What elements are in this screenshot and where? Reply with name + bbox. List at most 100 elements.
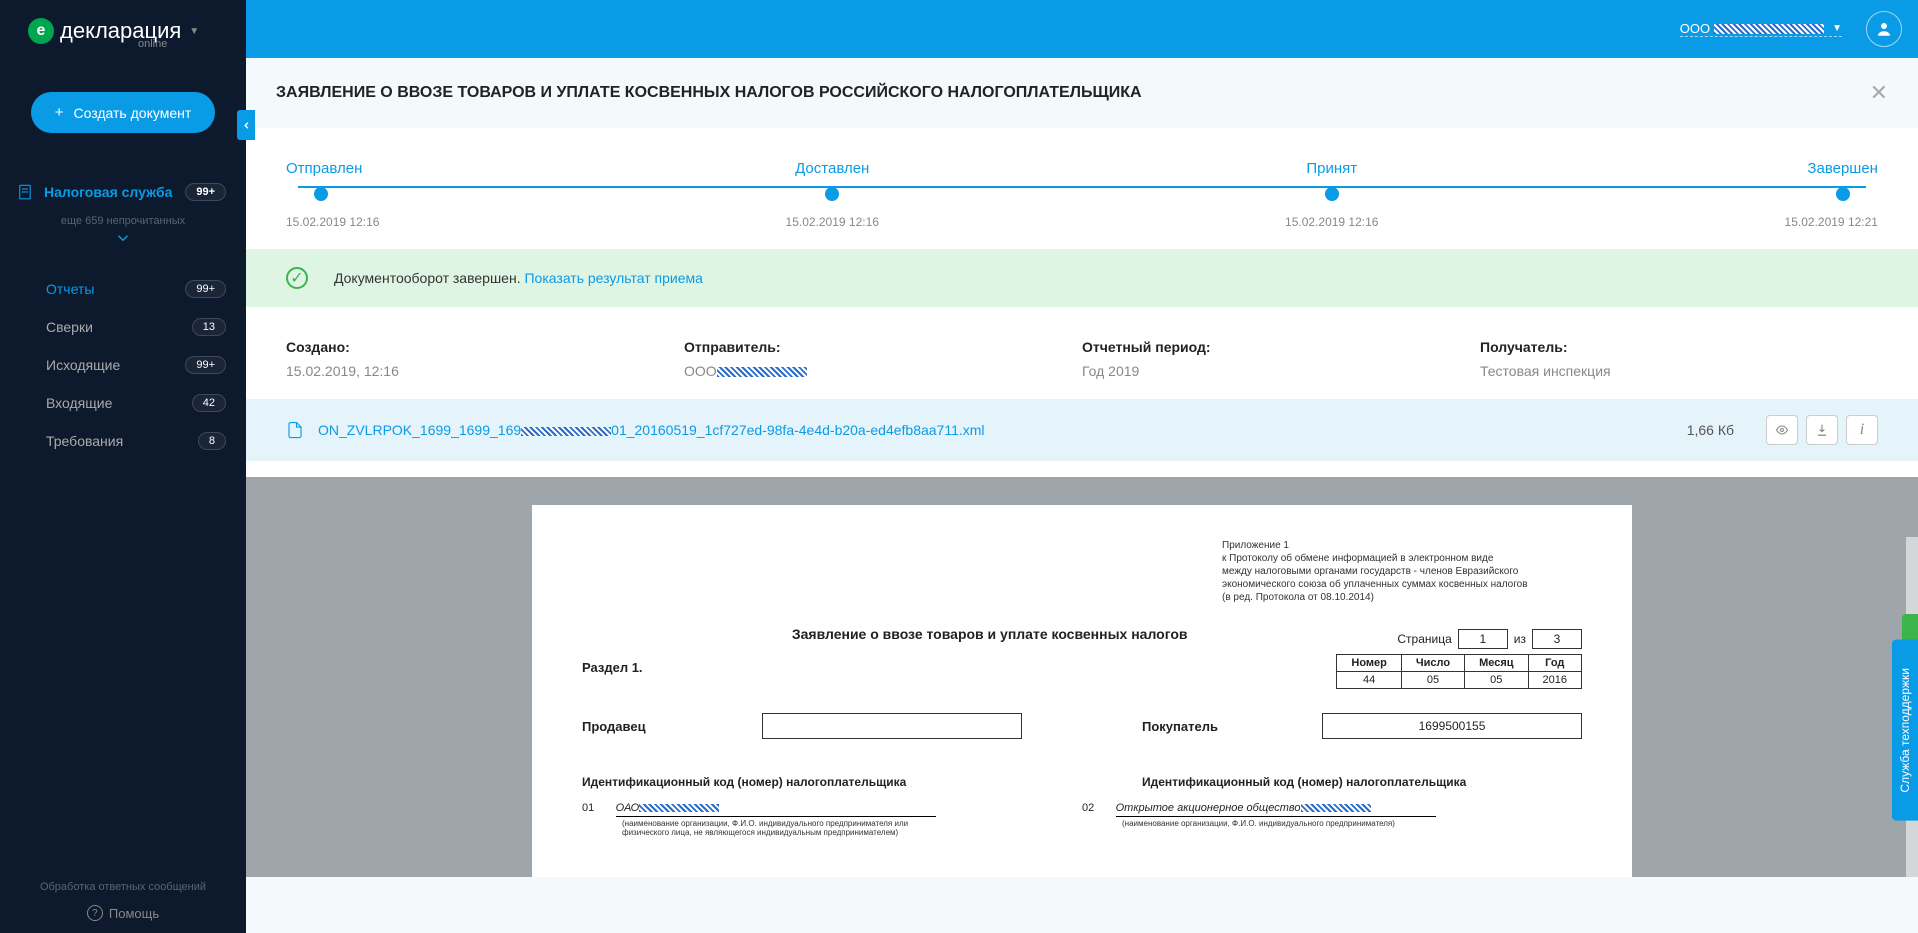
nav-outgoing-label: Исходящие — [46, 357, 120, 373]
chevron-down-icon: ▼ — [1832, 23, 1842, 34]
step-completed-label: Завершен — [1785, 160, 1878, 177]
row01-num: 01 — [582, 802, 612, 814]
row02-num: 02 — [1082, 802, 1112, 814]
th-month: Месяц — [1465, 655, 1528, 672]
question-icon: ? — [87, 905, 103, 921]
document-preview: Приложение 1 к Протоколу об обмене инфор… — [246, 477, 1918, 877]
seller-label: Продавец — [582, 719, 762, 734]
page-total: 3 — [1532, 629, 1582, 649]
nav-reports-label: Отчеты — [46, 281, 94, 297]
check-icon: ✓ — [286, 267, 308, 289]
plus-icon: + — [55, 104, 64, 121]
user-avatar[interactable] — [1866, 11, 1902, 47]
row02-text: Открытое акционерное общество — [1116, 802, 1436, 817]
close-button[interactable]: ✕ — [1870, 80, 1888, 106]
section-title: Раздел 1. — [582, 660, 643, 675]
created-label: Создано: — [286, 339, 684, 355]
step-delivered: Доставлен 15.02.2019 12:16 — [786, 160, 879, 229]
td-day: 05 — [1401, 672, 1464, 689]
brand-logo[interactable]: е декларация ▼ — [0, 0, 246, 62]
step-dot-icon — [314, 187, 328, 201]
row02-redacted — [1301, 804, 1371, 812]
support-tab[interactable]: Служба техподдержки — [1892, 640, 1918, 821]
create-document-button[interactable]: + Создать документ — [31, 92, 216, 133]
success-banner: ✓ Документооборот завершен. Показать рез… — [246, 249, 1918, 307]
doc-title: Заявление о ввозе товаров и уплате косве… — [582, 626, 1397, 642]
seller-box — [762, 713, 1022, 739]
recipient-value: Тестовая инспекция — [1480, 363, 1878, 379]
detail-period: Отчетный период: Год 2019 — [1082, 339, 1480, 379]
td-year: 2016 — [1528, 672, 1581, 689]
user-icon — [1875, 20, 1893, 38]
preview-file-button[interactable] — [1766, 415, 1798, 445]
page-header: ЗАЯВЛЕНИЕ О ВВОЗЕ ТОВАРОВ И УПЛАТЕ КОСВЕ… — [246, 58, 1918, 128]
doc-date-table: Номер Число Месяц Год 44 05 05 2016 — [1336, 654, 1582, 689]
expand-chevron-icon[interactable] — [0, 229, 246, 252]
step-delivered-label: Доставлен — [786, 160, 879, 177]
step-sent: Отправлен 15.02.2019 12:16 — [286, 160, 379, 229]
sidebar-footer: Обработка ответных сообщений ? Помощь — [0, 869, 246, 933]
detail-sender: Отправитель: ООО — [684, 339, 1082, 379]
th-day: Число — [1401, 655, 1464, 672]
page-counter: Страница 1 из 3 — [1397, 629, 1582, 649]
unread-count: еще 659 непрочитанных — [0, 211, 246, 229]
step-accepted: Принят 15.02.2019 12:16 — [1285, 160, 1378, 229]
td-month: 05 — [1465, 672, 1528, 689]
banner-message: Документооборот завершен. — [334, 270, 521, 286]
nav-reports[interactable]: Отчеты 99+ — [30, 270, 246, 308]
brand-badge: е — [28, 18, 54, 44]
step-dot-icon — [825, 187, 839, 201]
nav-incoming-label: Входящие — [46, 395, 112, 411]
row01-text: ОАО — [616, 802, 936, 817]
page-title: ЗАЯВЛЕНИЕ О ВВОЗЕ ТОВАРОВ И УПЛАТЕ КОСВЕ… — [276, 84, 1142, 102]
doc-row-02: 02 Открытое акционерное общество (наимен… — [1082, 799, 1582, 837]
step-dot-icon — [1836, 187, 1850, 201]
org-selector[interactable]: ООО ▼ — [1680, 21, 1842, 37]
scrollbar-thumb[interactable] — [1906, 477, 1918, 537]
nav-recon-badge: 13 — [192, 318, 226, 336]
brand-subtitle: online — [138, 38, 167, 50]
nav-requirements[interactable]: Требования 8 — [30, 422, 246, 460]
details-grid: Создано: 15.02.2019, 12:16 Отправитель: … — [246, 307, 1918, 399]
download-icon — [1815, 423, 1829, 437]
nav-outgoing[interactable]: Исходящие 99+ — [30, 346, 246, 384]
help-link[interactable]: ? Помощь — [0, 905, 246, 921]
document-page: Приложение 1 к Протоколу об обмене инфор… — [532, 505, 1632, 877]
file-size: 1,66 Кб — [1687, 422, 1734, 438]
nav-reports-badge: 99+ — [185, 280, 226, 298]
row01-caption: (наименование организации, Ф.И.О. индиви… — [622, 819, 942, 837]
nav-incoming[interactable]: Входящие 42 — [30, 384, 246, 422]
help-label: Помощь — [109, 906, 159, 921]
nav-recon-label: Сверки — [46, 319, 93, 335]
th-number: Номер — [1337, 655, 1402, 672]
document-icon — [16, 183, 34, 201]
file-info-button[interactable]: i — [1846, 415, 1878, 445]
file-name-redacted — [521, 427, 611, 436]
banner-text: Документооборот завершен. Показать резул… — [334, 270, 703, 286]
nav-outgoing-badge: 99+ — [185, 356, 226, 374]
eye-icon — [1774, 424, 1790, 436]
support-tab-accent — [1902, 614, 1918, 640]
nav-tax-badge: 99+ — [185, 183, 226, 201]
nav-reconciliations[interactable]: Сверки 13 — [30, 308, 246, 346]
doc-annex-text: Приложение 1 к Протоколу об обмене инфор… — [1222, 539, 1582, 604]
footer-status: Обработка ответных сообщений — [0, 881, 246, 893]
sidebar-toggle-button[interactable] — [237, 110, 255, 140]
nav-tax-service[interactable]: Налоговая служба 99+ — [0, 173, 246, 211]
nav-requirements-label: Требования — [46, 433, 123, 449]
sender-label: Отправитель: — [684, 339, 1082, 355]
banner-link[interactable]: Показать результат приема — [524, 270, 702, 286]
idcode-right: Идентификационный код (номер) налогоплат… — [1142, 775, 1466, 789]
period-value: Год 2019 — [1082, 363, 1480, 379]
file-name-link[interactable]: ON_ZVLRPOK_1699_1699_16901_20160519_1cf7… — [318, 422, 1687, 438]
detail-recipient: Получатель: Тестовая инспекция — [1480, 339, 1878, 379]
org-name-redacted — [1714, 24, 1824, 34]
row01-redacted — [639, 804, 719, 812]
sender-redacted — [717, 367, 807, 377]
download-file-button[interactable] — [1806, 415, 1838, 445]
th-year: Год — [1528, 655, 1581, 672]
td-number: 44 — [1337, 672, 1402, 689]
idcode-left: Идентификационный код (номер) налогоплат… — [582, 775, 906, 789]
page-label: Страница — [1397, 632, 1451, 646]
page-current: 1 — [1458, 629, 1508, 649]
